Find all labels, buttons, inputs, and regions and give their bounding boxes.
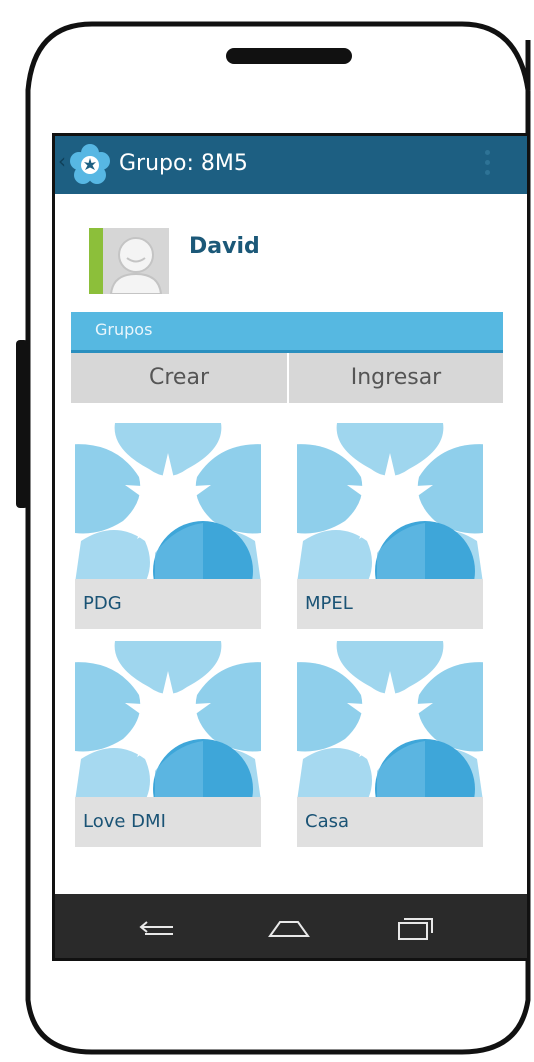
group-card-mpel[interactable]: MPEL [297, 423, 483, 631]
join-group-button[interactable]: Ingresar [289, 353, 503, 403]
profile-name: David [189, 234, 260, 259]
speaker-grille [226, 48, 352, 64]
system-navigation-bar [55, 894, 527, 958]
side-button [16, 340, 28, 508]
action-bar: ‹ Grupo: 8M5 [55, 136, 527, 194]
back-icon[interactable] [129, 904, 189, 948]
group-card-love-dmi[interactable]: Love DMI [75, 641, 261, 849]
group-flower-image [297, 423, 483, 579]
group-card-casa[interactable]: Casa [297, 641, 483, 849]
group-flower-image [75, 423, 261, 579]
screen-title: Grupo: 8M5 [119, 151, 248, 176]
up-navigation[interactable]: ‹ [58, 151, 66, 171]
groups-section-title: Grupos [95, 320, 153, 339]
group-card-label-bg: PDG [75, 579, 261, 629]
app-screen: ‹ Grupo: 8M5 David Grupos Crear Ingresar… [55, 136, 527, 894]
group-flower-image [297, 641, 483, 797]
profile-photo[interactable] [89, 228, 169, 294]
home-icon[interactable] [259, 904, 319, 948]
group-card-name: Love DMI [83, 811, 166, 832]
avatar-placeholder-icon [103, 228, 169, 294]
profile-accent-bar [89, 228, 103, 294]
flower-icon[interactable] [69, 144, 111, 186]
overflow-menu-icon[interactable] [485, 150, 491, 180]
recent-apps-icon[interactable] [385, 904, 445, 948]
group-flower-image [75, 641, 261, 797]
create-group-button[interactable]: Crear [71, 353, 287, 403]
group-card-name: PDG [83, 593, 122, 614]
group-card-label-bg: Casa [297, 797, 483, 847]
groups-section-header: Grupos [71, 312, 503, 353]
group-card-name: Casa [305, 811, 350, 832]
group-card-name: MPEL [305, 593, 353, 614]
group-card-label-bg: MPEL [297, 579, 483, 629]
group-card-label-bg: Love DMI [75, 797, 261, 847]
group-card-pdg[interactable]: PDG [75, 423, 261, 631]
